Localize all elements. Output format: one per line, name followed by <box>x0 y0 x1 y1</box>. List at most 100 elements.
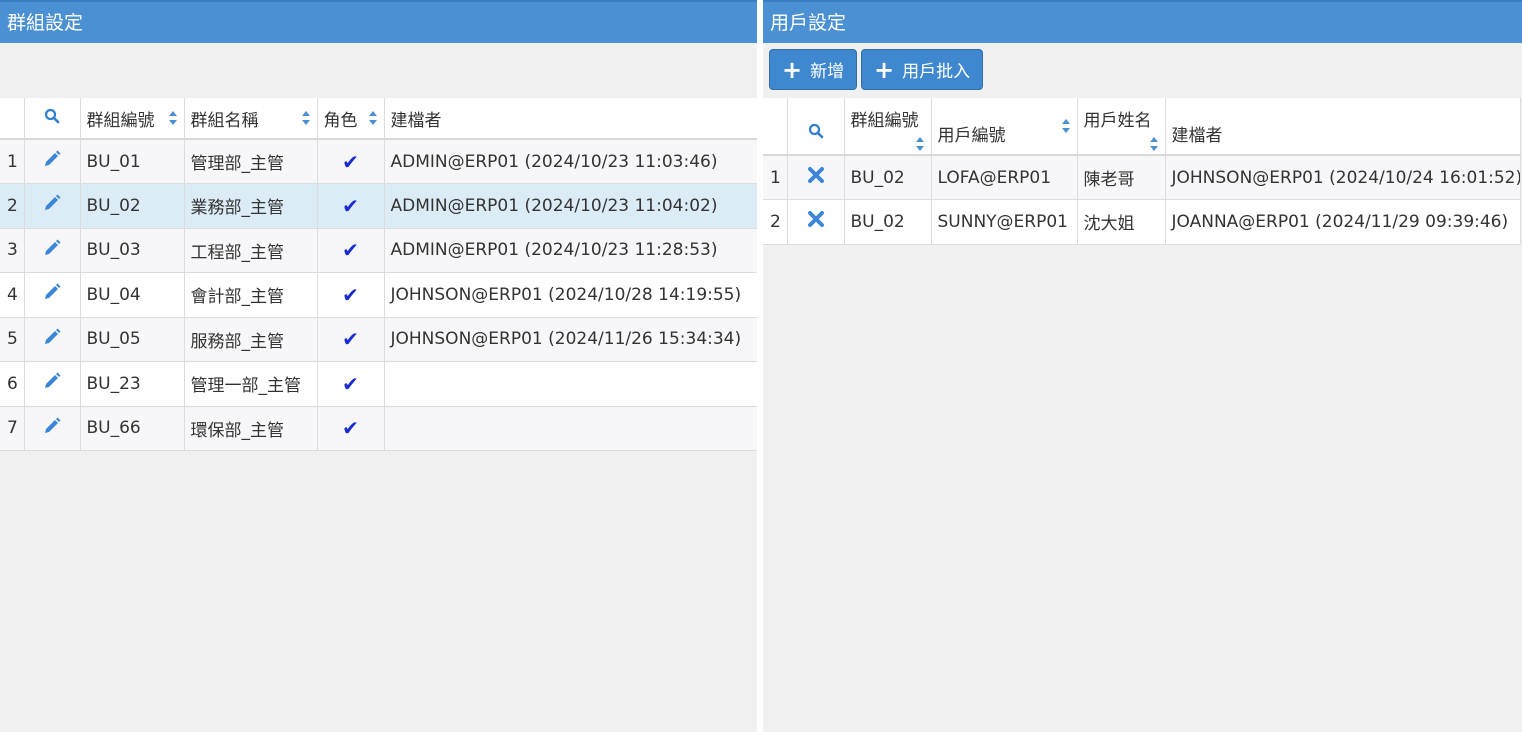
creator: ADMIN@ERP01 (2024/10/23 11:04:02) <box>384 183 757 229</box>
search-icon[interactable] <box>44 108 60 124</box>
edit-cell[interactable] <box>24 361 81 407</box>
edit-cell[interactable] <box>24 139 81 184</box>
header-search[interactable] <box>787 98 845 156</box>
user-toolbar: + 新增 + 用戶批入 <box>763 43 1522 98</box>
group-code: BU_03 <box>80 228 185 273</box>
header-creator[interactable]: 建檔者 <box>384 98 757 140</box>
checkmark-icon: ✔ <box>342 371 359 396</box>
group-code: BU_02 <box>844 155 932 200</box>
header-group-name[interactable]: 群組名稱 <box>184 98 318 140</box>
table-row[interactable]: 5 BU_05 服務部_主管 ✔ JOHNSON@ERP01 (2024/11/… <box>0 317 757 362</box>
header-search[interactable] <box>24 98 81 140</box>
pencil-icon[interactable] <box>42 416 62 436</box>
role-cell: ✔ <box>317 317 385 362</box>
role-cell: ✔ <box>317 228 385 273</box>
header-rownum <box>763 98 788 156</box>
group-name: 服務部_主管 <box>184 317 318 362</box>
table-row[interactable]: 4 BU_04 會計部_主管 ✔ JOHNSON@ERP01 (2024/10/… <box>0 272 757 318</box>
pencil-icon[interactable] <box>42 149 62 169</box>
pencil-icon[interactable] <box>42 371 62 391</box>
header-role[interactable]: 角色 <box>317 98 385 140</box>
header-user-name[interactable]: 用戶姓名 <box>1077 98 1166 156</box>
group-code: BU_04 <box>80 272 185 318</box>
row-number: 2 <box>763 199 788 245</box>
plus-icon: + <box>874 55 895 84</box>
table-row[interactable]: 7 BU_66 環保部_主管 ✔ <box>0 406 757 451</box>
edit-cell[interactable] <box>24 228 81 273</box>
user-table-body: 1 BU_02 LOFA@ERP01 陳老哥 JOHNSON@ERP01 (20… <box>763 155 1521 245</box>
edit-cell[interactable] <box>24 317 81 362</box>
edit-cell[interactable] <box>24 406 81 451</box>
row-number: 1 <box>763 155 788 200</box>
table-row[interactable]: 3 BU_03 工程部_主管 ✔ ADMIN@ERP01 (2024/10/23… <box>0 228 757 273</box>
batch-import-button[interactable]: + 用戶批入 <box>861 49 984 90</box>
search-icon[interactable] <box>808 123 824 139</box>
creator <box>384 406 757 451</box>
table-row[interactable]: 2 BU_02 業務部_主管 ✔ ADMIN@ERP01 (2024/10/23… <box>0 183 757 229</box>
batch-import-button-label: 用戶批入 <box>902 62 971 82</box>
role-cell: ✔ <box>317 361 385 407</box>
checkmark-icon: ✔ <box>342 282 359 307</box>
group-name: 會計部_主管 <box>184 272 318 318</box>
group-settings-title: 群組設定 <box>0 0 757 43</box>
row-number: 5 <box>0 317 25 362</box>
pencil-icon[interactable] <box>42 282 62 302</box>
role-cell: ✔ <box>317 406 385 451</box>
checkmark-icon: ✔ <box>342 238 359 263</box>
add-button-label: 新增 <box>810 62 845 82</box>
x-icon[interactable] <box>807 210 825 228</box>
group-code: BU_01 <box>80 139 185 184</box>
group-toolbar <box>0 43 757 98</box>
user-settings-title: 用戶設定 <box>763 0 1522 43</box>
header-group-code[interactable]: 群組編號 <box>80 98 185 140</box>
delete-cell[interactable] <box>787 155 845 200</box>
header-user-id[interactable]: 用戶編號 <box>931 98 1078 156</box>
edit-cell[interactable] <box>24 272 81 318</box>
row-number: 4 <box>0 272 25 318</box>
row-number: 2 <box>0 183 25 229</box>
sort-icon[interactable] <box>915 136 925 152</box>
row-number: 1 <box>0 139 25 184</box>
group-name: 管理一部_主管 <box>184 361 318 407</box>
header-rownum <box>0 98 25 140</box>
pencil-icon[interactable] <box>42 193 62 213</box>
group-code: BU_02 <box>80 183 185 229</box>
user-name: 沈大姐 <box>1077 199 1166 245</box>
group-table-body: 1 BU_01 管理部_主管 ✔ ADMIN@ERP01 (2024/10/23… <box>0 139 757 451</box>
delete-cell[interactable] <box>787 199 845 245</box>
creator: JOANNA@ERP01 (2024/11/29 09:39:46) <box>1165 199 1521 245</box>
x-icon[interactable] <box>807 166 825 184</box>
header-creator[interactable]: 建檔者 <box>1165 98 1521 156</box>
creator: JOHNSON@ERP01 (2024/10/24 16:01:52) <box>1165 155 1521 200</box>
table-row[interactable]: 2 BU_02 SUNNY@ERP01 沈大姐 JOANNA@ERP01 (20… <box>763 199 1521 245</box>
creator: ADMIN@ERP01 (2024/10/23 11:28:53) <box>384 228 757 273</box>
sort-icon[interactable] <box>301 110 311 126</box>
creator <box>384 361 757 407</box>
pencil-icon[interactable] <box>42 327 62 347</box>
edit-cell[interactable] <box>24 183 81 229</box>
table-row[interactable]: 6 BU_23 管理一部_主管 ✔ <box>0 361 757 407</box>
sort-icon[interactable] <box>368 110 378 126</box>
checkmark-icon: ✔ <box>342 416 359 441</box>
sort-icon[interactable] <box>1149 136 1159 152</box>
add-button[interactable]: + 新增 <box>769 49 858 90</box>
user-name: 陳老哥 <box>1077 155 1166 200</box>
row-number: 6 <box>0 361 25 407</box>
header-group-code[interactable]: 群組編號 <box>844 98 932 156</box>
table-row[interactable]: 1 BU_01 管理部_主管 ✔ ADMIN@ERP01 (2024/10/23… <box>0 139 757 184</box>
user-id: SUNNY@ERP01 <box>931 199 1078 245</box>
pencil-icon[interactable] <box>42 238 62 258</box>
group-name: 業務部_主管 <box>184 183 318 229</box>
group-name: 工程部_主管 <box>184 228 318 273</box>
group-code: BU_05 <box>80 317 185 362</box>
table-row[interactable]: 1 BU_02 LOFA@ERP01 陳老哥 JOHNSON@ERP01 (20… <box>763 155 1521 200</box>
role-cell: ✔ <box>317 272 385 318</box>
checkmark-icon: ✔ <box>342 149 359 174</box>
sort-icon[interactable] <box>168 110 178 126</box>
role-cell: ✔ <box>317 183 385 229</box>
group-settings-panel: 群組設定 群組編號 群組名稱 角色 建檔者 1 BU_01 管理部_主管 ✔ A… <box>0 0 757 732</box>
checkmark-icon: ✔ <box>342 327 359 352</box>
user-id: LOFA@ERP01 <box>931 155 1078 200</box>
row-number: 3 <box>0 228 25 273</box>
sort-icon[interactable] <box>1061 118 1071 134</box>
